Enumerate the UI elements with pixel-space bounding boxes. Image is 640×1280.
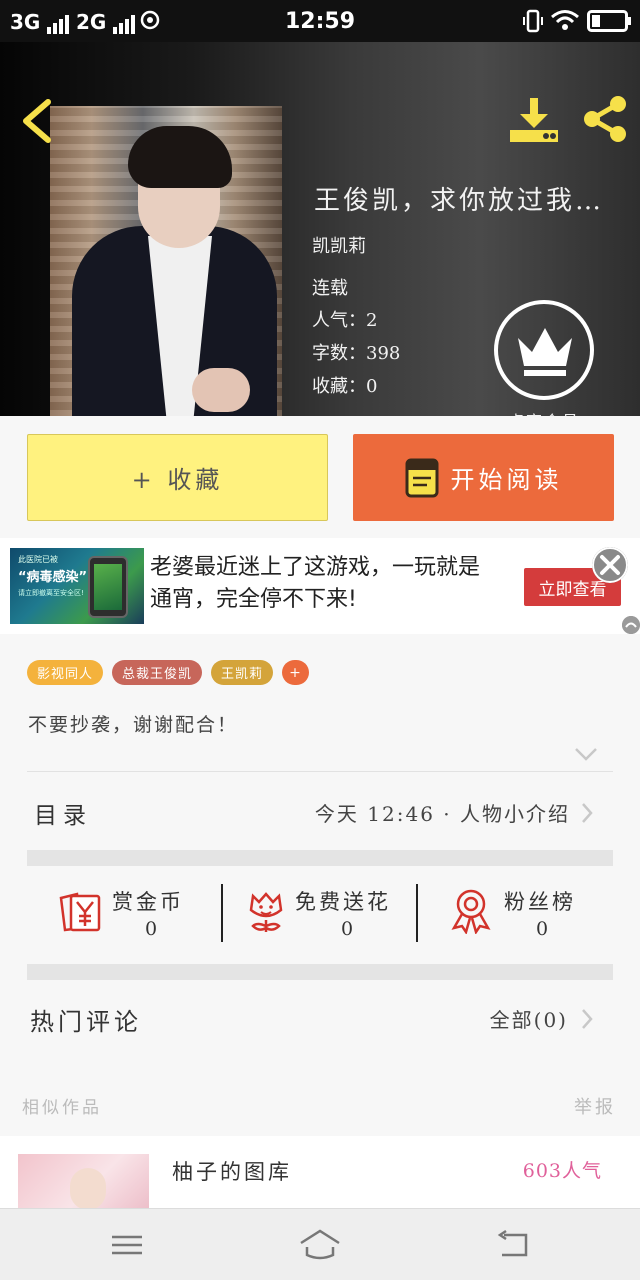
ad-image[interactable]: 此医院已被 “病毒感染” 请立即撤离至安全区! [10,548,144,624]
vibrate-icon [523,9,543,33]
toc-latest-chapter: 今天 12:46 · 人物小介绍 [314,802,570,826]
chevron-right-icon [582,803,593,823]
fan-ranking-label: 粉丝榜 [504,890,576,914]
system-nav-bar [0,1208,640,1280]
book-icon [405,458,438,497]
book-author[interactable]: 凯凯莉 [312,232,366,258]
ad-image-title: “病毒感染” [18,570,88,585]
table-of-contents-row[interactable]: 目录 今天 12:46 · 人物小介绍 [0,774,640,848]
similar-work-popularity: 603人气 [522,1160,602,1182]
tag-list: 影视同人 总裁王俊凯 王凯莉 + [27,660,310,686]
fan-ranking-button[interactable]: 粉丝榜 0 [418,866,613,964]
book-title: 王俊凯，求你放过我… [314,186,605,216]
report-link[interactable]: 举报 [574,1093,616,1119]
flower-icon [249,892,283,932]
book-collections: 收藏：0 [312,376,378,397]
hot-comments-label: 热门评论 [30,1008,142,1036]
start-reading-button[interactable]: 开始阅读 [353,434,614,521]
chevron-down-icon[interactable] [574,746,598,762]
ad-image-caption-top: 此医院已被 [18,555,58,564]
reward-coin-label: 赏金币 [112,890,184,914]
ad-image-caption-bottom: 请立即撤离至安全区! [18,589,84,597]
ad-mark-icon [622,616,640,634]
medal-icon [451,889,491,934]
ad-banner[interactable]: 此医院已被 “病毒感染” 请立即撤离至安全区! 老婆最近迷上了这游戏，一玩就是通… [0,538,640,634]
action-bar: + 收藏 开始阅读 [0,416,640,538]
send-flower-button[interactable]: 免费送花 0 [223,866,417,964]
collect-button[interactable]: + 收藏 [27,434,328,521]
similar-works-label: 相似作品 [22,1098,102,1118]
status-bar: 3G 2G 12:59 [0,0,640,42]
book-cover-image [50,106,282,416]
hot-comments-row[interactable]: 热门评论 全部(0) [0,982,640,1058]
coin-envelope-icon [59,892,101,932]
similar-work-cover [18,1154,149,1208]
share-icon[interactable] [580,94,630,144]
divider [27,771,613,772]
book-popularity: 人气：2 [312,310,378,331]
battery-icon [587,10,631,32]
tag-item[interactable]: 王凯莉 [211,660,274,685]
send-flower-count: 0 [341,918,354,940]
vip-button[interactable] [494,300,594,400]
book-status: 连载 [312,278,348,299]
similar-work-item[interactable]: 柚子的图库 603人气 [0,1136,640,1208]
crown-icon [518,328,572,376]
section-separator [27,964,613,980]
support-row: 赏金币 0 免费送花 0 粉丝榜 0 [27,866,613,964]
send-flower-label: 免费送花 [295,890,391,914]
tag-item[interactable]: 总裁王俊凯 [112,660,203,685]
ad-close-icon[interactable] [592,547,628,583]
back-icon[interactable] [18,98,58,144]
section-separator [27,850,613,866]
book-word-count: 字数：398 [312,343,401,364]
tag-more-button[interactable]: + [282,660,310,685]
status-clock: 12:59 [284,9,356,34]
collect-button-label: + 收藏 [131,466,224,494]
start-reading-label: 开始阅读 [450,466,563,494]
chevron-right-icon [582,1009,593,1029]
tag-item[interactable]: 影视同人 [27,660,104,685]
return-icon[interactable] [492,1227,538,1263]
wifi-icon [551,10,579,30]
download-icon[interactable] [508,96,560,144]
book-notice: 不要抄袭，谢谢配合！ [28,714,239,736]
home-icon[interactable] [297,1227,343,1263]
vip-label: 点亮会员 [486,408,602,416]
menu-icon[interactable] [104,1227,150,1263]
all-comments-link[interactable]: 全部(0) [490,1004,568,1033]
toc-label: 目录 [34,803,92,829]
similar-work-title: 柚子的图库 [172,1160,292,1184]
reward-coin-button[interactable]: 赏金币 0 [27,866,222,964]
book-header: 王俊凯，求你放过我… 凯凯莉 连载 人气：2 字数：398 收藏：0 点亮会员 [0,42,640,416]
ad-text[interactable]: 老婆最近迷上了这游戏，一玩就是通宵，完全停不下来! [150,552,500,616]
fan-ranking-count: 0 [536,918,549,940]
reward-coin-count: 0 [145,918,158,940]
